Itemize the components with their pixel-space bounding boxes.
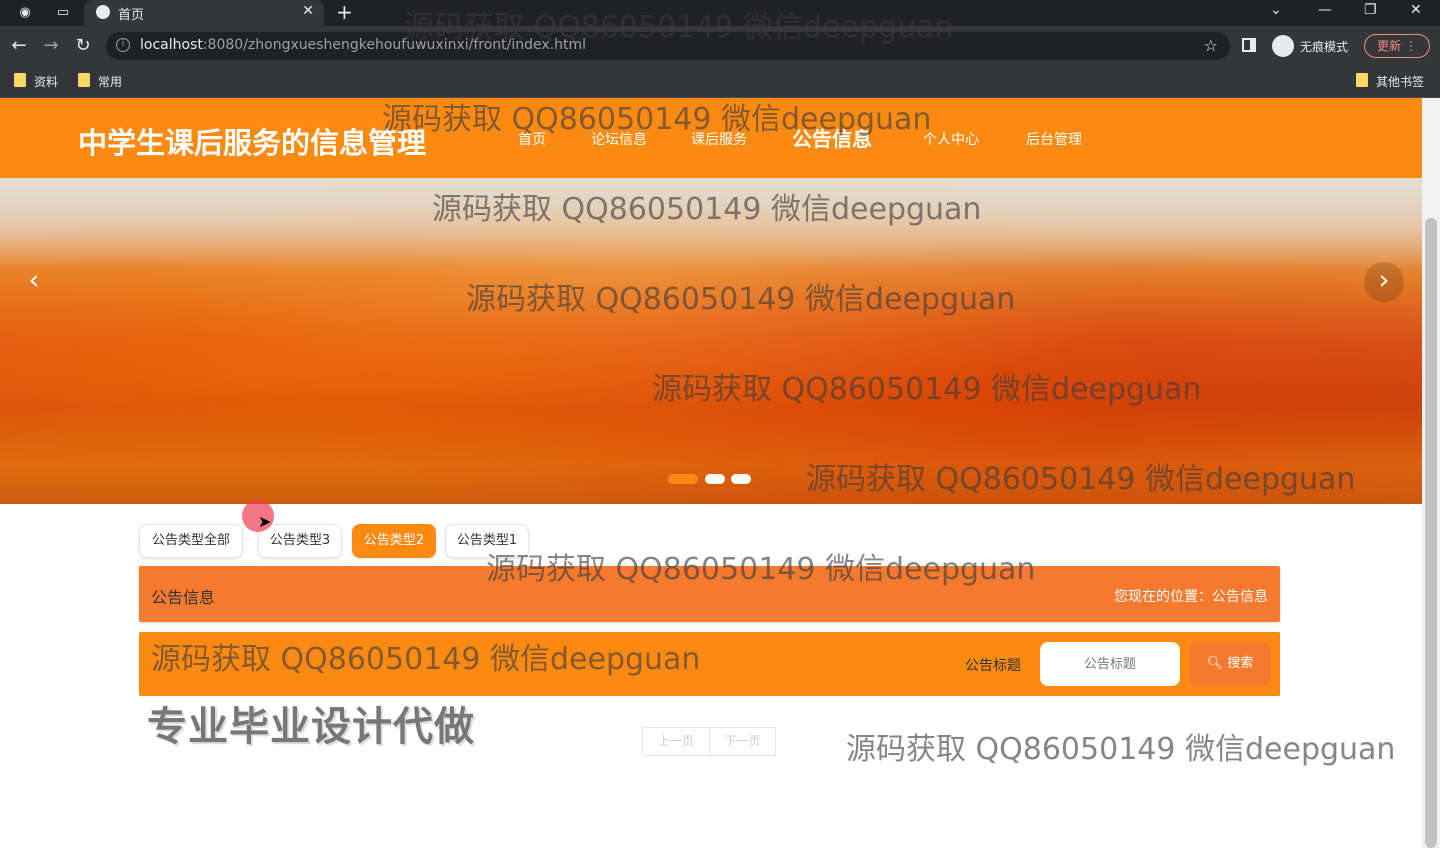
browser-tab-title: 首页	[118, 8, 145, 23]
side-panel-icon[interactable]	[1242, 38, 1256, 52]
reload-icon[interactable]: ↻	[72, 35, 94, 57]
bookmark-folder-ziliao[interactable]: 资料	[14, 73, 58, 90]
promo-text: 专业毕业设计代做	[147, 704, 475, 750]
carousel-next-icon[interactable]: ›	[1364, 262, 1404, 302]
tab-list-icon[interactable]: ⌄	[1270, 2, 1282, 18]
window-close-icon[interactable]: ✕	[1410, 2, 1422, 18]
nav-admin[interactable]: 后台管理	[1026, 129, 1082, 149]
scrollbar-thumb[interactable]	[1425, 218, 1437, 848]
bookmark-star-icon[interactable]: ☆	[1204, 36, 1218, 55]
section-title: 公告信息	[151, 588, 216, 607]
restore-icon[interactable]: ❐	[1364, 2, 1377, 18]
browser-app-icon[interactable]: ◉	[16, 4, 34, 22]
close-tab-icon[interactable]: ✕	[302, 3, 314, 19]
forward-icon[interactable]: →	[40, 35, 62, 57]
search-label: 公告标题	[965, 658, 1021, 674]
watermark: 源码获取 QQ86050149 微信deepguan	[486, 552, 1036, 587]
search-icon: 🔍︎	[1206, 656, 1224, 671]
carousel-prev-icon[interactable]: ‹	[14, 262, 54, 302]
site-title: 中学生课后服务的信息管理	[78, 126, 427, 160]
search-input[interactable]	[1040, 642, 1180, 686]
watermark: 源码获取 QQ86050149 微信deepguan	[432, 192, 982, 227]
mouse-cursor-icon: ➤	[258, 512, 272, 531]
breadcrumb: 您现在的位置：公告信息	[1114, 589, 1268, 605]
incognito-icon	[1272, 35, 1294, 57]
new-tab-button[interactable]: +	[336, 0, 353, 24]
watermark: 源码获取 QQ86050149 微信deepguan	[404, 10, 954, 45]
incognito-label: 无痕模式	[1300, 40, 1349, 54]
carousel-indicator[interactable]	[668, 474, 698, 484]
globe-icon	[96, 5, 110, 19]
browser-tab[interactable]: 首页 ✕	[84, 0, 324, 26]
page-scrollbar[interactable]	[1422, 98, 1440, 848]
tab-search-icon[interactable]: ▭	[54, 4, 72, 22]
watermark: 源码获取 QQ86050149 微信deepguan	[806, 462, 1356, 497]
next-page-button[interactable]: 下一页	[709, 728, 775, 755]
watermark: 源码获取 QQ86050149 微信deepguan	[652, 372, 1202, 407]
filter-type-all[interactable]: 公告类型全部	[139, 524, 243, 558]
carousel-indicator[interactable]	[705, 474, 725, 484]
watermark: 源码获取 QQ86050149 微信deepguan	[151, 642, 701, 677]
site-info-icon[interactable]: i	[116, 38, 130, 52]
watermark: 源码获取 QQ86050149 微信deepguan	[382, 102, 932, 137]
watermark: 源码获取 QQ86050149 微信deepguan	[466, 282, 1016, 317]
pagination: 上一页 下一页	[642, 727, 776, 756]
minimize-icon[interactable]: —	[1318, 2, 1332, 18]
search-button[interactable]: 🔍︎ 搜索	[1189, 642, 1271, 686]
back-icon[interactable]: ←	[8, 35, 30, 57]
filter-type-2[interactable]: 公告类型2	[352, 524, 436, 558]
prev-page-button[interactable]: 上一页	[643, 728, 709, 755]
carousel-indicator[interactable]	[731, 474, 751, 484]
update-button[interactable]: 更新 ⋮	[1364, 34, 1430, 58]
bookmark-folder-changyong[interactable]: 常用	[78, 73, 122, 90]
watermark: 源码获取 QQ86050149 微信deepguan	[846, 732, 1396, 767]
bookmark-folder-other[interactable]: 其他书签	[1356, 73, 1424, 90]
